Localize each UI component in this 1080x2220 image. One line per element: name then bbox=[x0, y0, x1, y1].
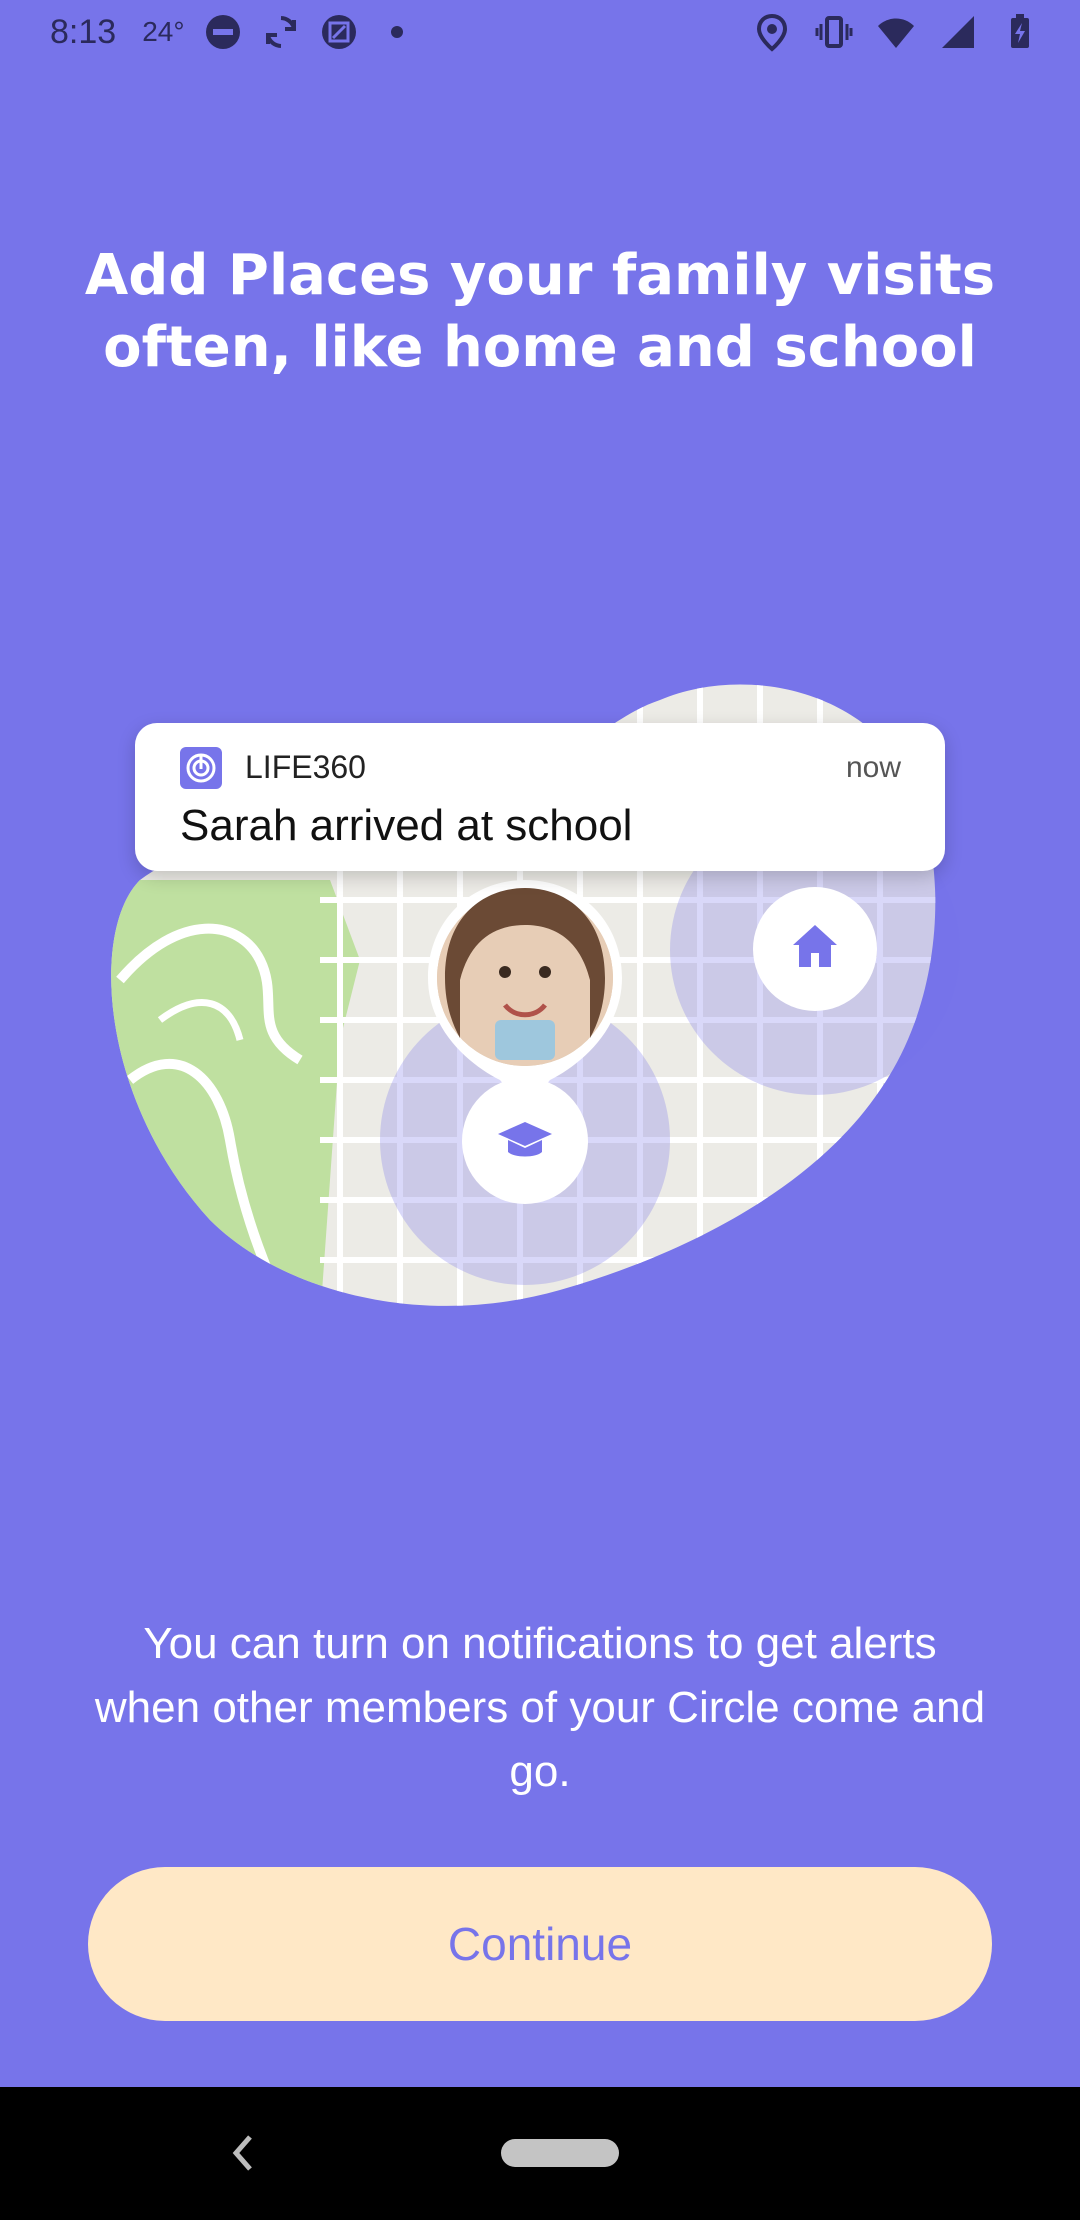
status-left: 8:13 24° bbox=[50, 12, 417, 52]
status-bar: 8:13 24° bbox=[0, 0, 1080, 64]
back-chevron-icon[interactable] bbox=[222, 2127, 262, 2179]
screenshot-icon bbox=[319, 12, 359, 52]
page-title-line-2: often, like home and school bbox=[103, 315, 977, 380]
notification-message: Sarah arrived at school bbox=[180, 801, 633, 850]
life360-app-icon bbox=[180, 747, 222, 789]
system-nav-bar bbox=[0, 2087, 1080, 2220]
description-text: You can turn on notifications to get ale… bbox=[94, 1619, 986, 1796]
sync-icon bbox=[261, 12, 301, 52]
do-not-disturb-icon bbox=[203, 12, 243, 52]
wifi-icon bbox=[876, 12, 916, 52]
dot-icon bbox=[377, 12, 417, 52]
page-title: Add Places your family visits often, lik… bbox=[80, 240, 1000, 384]
status-time: 8:13 bbox=[50, 12, 117, 51]
notification-app-name: LIFE360 bbox=[245, 749, 366, 785]
home-icon bbox=[793, 925, 837, 967]
graduation-cap-icon bbox=[498, 1122, 552, 1157]
notification-time: now bbox=[845, 751, 901, 784]
page-title-line-1: Add Places your family visits bbox=[84, 243, 996, 308]
school-place-marker bbox=[462, 1078, 588, 1204]
home-pill[interactable] bbox=[501, 2139, 619, 2167]
status-right bbox=[752, 12, 1040, 52]
notification-card: LIFE360 now Sarah arrived at school bbox=[135, 723, 945, 871]
home-place-marker bbox=[753, 887, 877, 1011]
vibrate-icon bbox=[814, 12, 854, 52]
location-icon bbox=[752, 12, 792, 52]
battery-charging-icon bbox=[1000, 12, 1040, 52]
status-temperature: 24° bbox=[142, 16, 185, 47]
continue-button[interactable]: Continue bbox=[88, 1867, 992, 2021]
cell-signal-icon bbox=[938, 12, 978, 52]
